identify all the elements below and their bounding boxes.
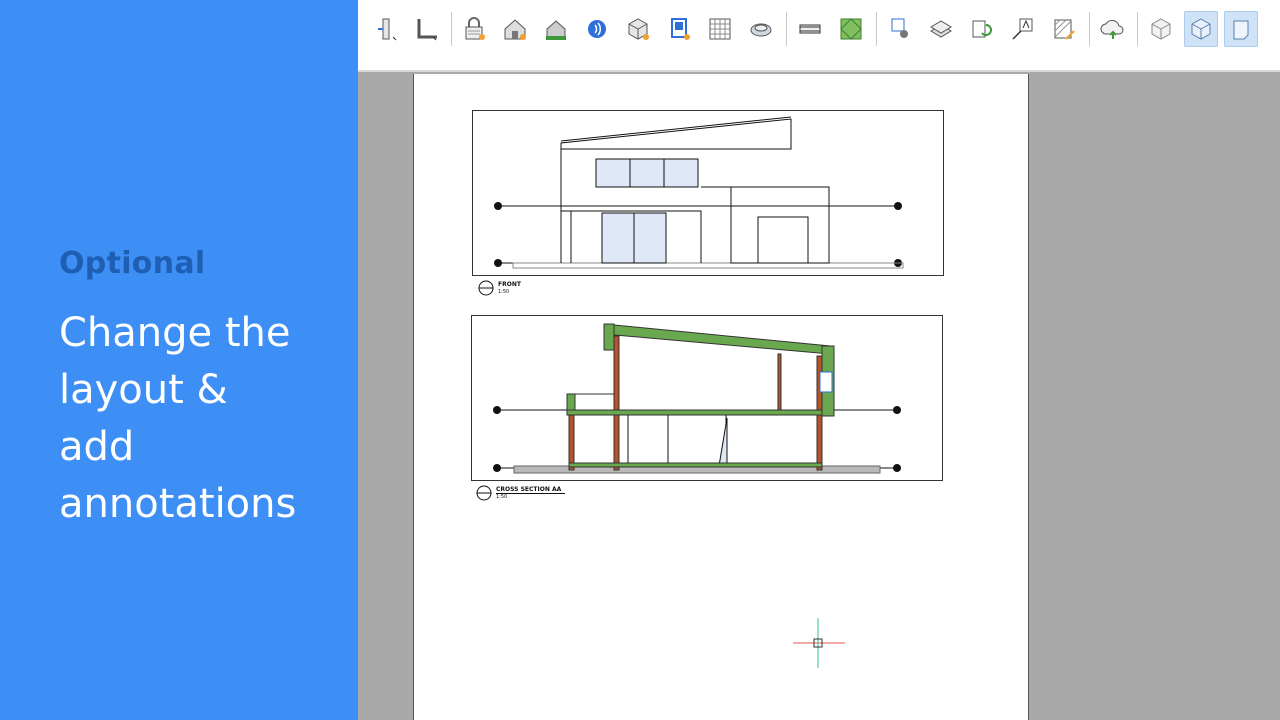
view-tag-icon xyxy=(476,485,492,501)
headline-line: Change the xyxy=(59,310,291,356)
green-surface-icon[interactable] xyxy=(834,11,868,47)
view-scale-cross-section: 1:50 xyxy=(496,494,508,500)
drawing-sheet[interactable]: FRONT 1:50 CROSS SECTION AA 1:50 xyxy=(413,74,1029,720)
house-elevation-icon[interactable] xyxy=(539,11,573,47)
hatch-edit-icon[interactable] xyxy=(1047,11,1081,47)
title-panel: Optional Change the layout & add annotat… xyxy=(0,0,358,720)
toolbar-separator xyxy=(451,12,452,46)
roll-icon[interactable] xyxy=(744,11,778,47)
toolbar-separator xyxy=(1089,12,1090,46)
cube-icon[interactable] xyxy=(1144,11,1178,47)
stack-icon[interactable] xyxy=(924,11,958,47)
headline-line: add xyxy=(59,424,135,470)
view-tag-icon xyxy=(478,280,494,296)
lock-icon[interactable] xyxy=(457,11,491,47)
section-box-icon[interactable] xyxy=(1224,11,1258,47)
cube-selected-icon[interactable] xyxy=(1184,11,1218,47)
toolbar-separator xyxy=(786,12,787,46)
audio-icon[interactable] xyxy=(580,11,614,47)
sheet-icon[interactable] xyxy=(662,11,696,47)
view-title-front: FRONT xyxy=(498,281,521,288)
grid-schedule-icon[interactable] xyxy=(703,11,737,47)
toolbar-separator xyxy=(1137,12,1138,46)
wall-reveal-icon[interactable] xyxy=(410,11,444,47)
front-elevation-drawing xyxy=(494,116,904,269)
optional-label: Optional xyxy=(59,246,206,281)
view-scale-front: 1:50 xyxy=(498,289,510,295)
headline-line: annotations xyxy=(59,481,297,527)
ribbon-toolbar xyxy=(358,0,1280,72)
beam-icon[interactable] xyxy=(793,11,827,47)
toolbar-separator xyxy=(876,12,877,46)
slide-headline: Change the layout & add annotations xyxy=(59,305,349,533)
text-note-icon[interactable] xyxy=(1006,11,1040,47)
cloud-upload-icon[interactable] xyxy=(1096,11,1130,47)
crosshair-cursor xyxy=(793,618,845,668)
viewport-cross-section[interactable] xyxy=(471,315,943,481)
headline-line: layout & xyxy=(59,367,228,413)
tag-person-icon[interactable] xyxy=(883,11,917,47)
viewport-front-elevation[interactable] xyxy=(472,110,944,276)
cross-section-drawing xyxy=(493,323,901,474)
cube-shade-icon[interactable] xyxy=(621,11,655,47)
house-icon[interactable] xyxy=(498,11,532,47)
wall-sweep-icon[interactable] xyxy=(370,11,404,47)
refresh-sheet-icon[interactable] xyxy=(965,11,999,47)
view-title-cross-section: CROSS SECTION AA xyxy=(496,486,566,494)
